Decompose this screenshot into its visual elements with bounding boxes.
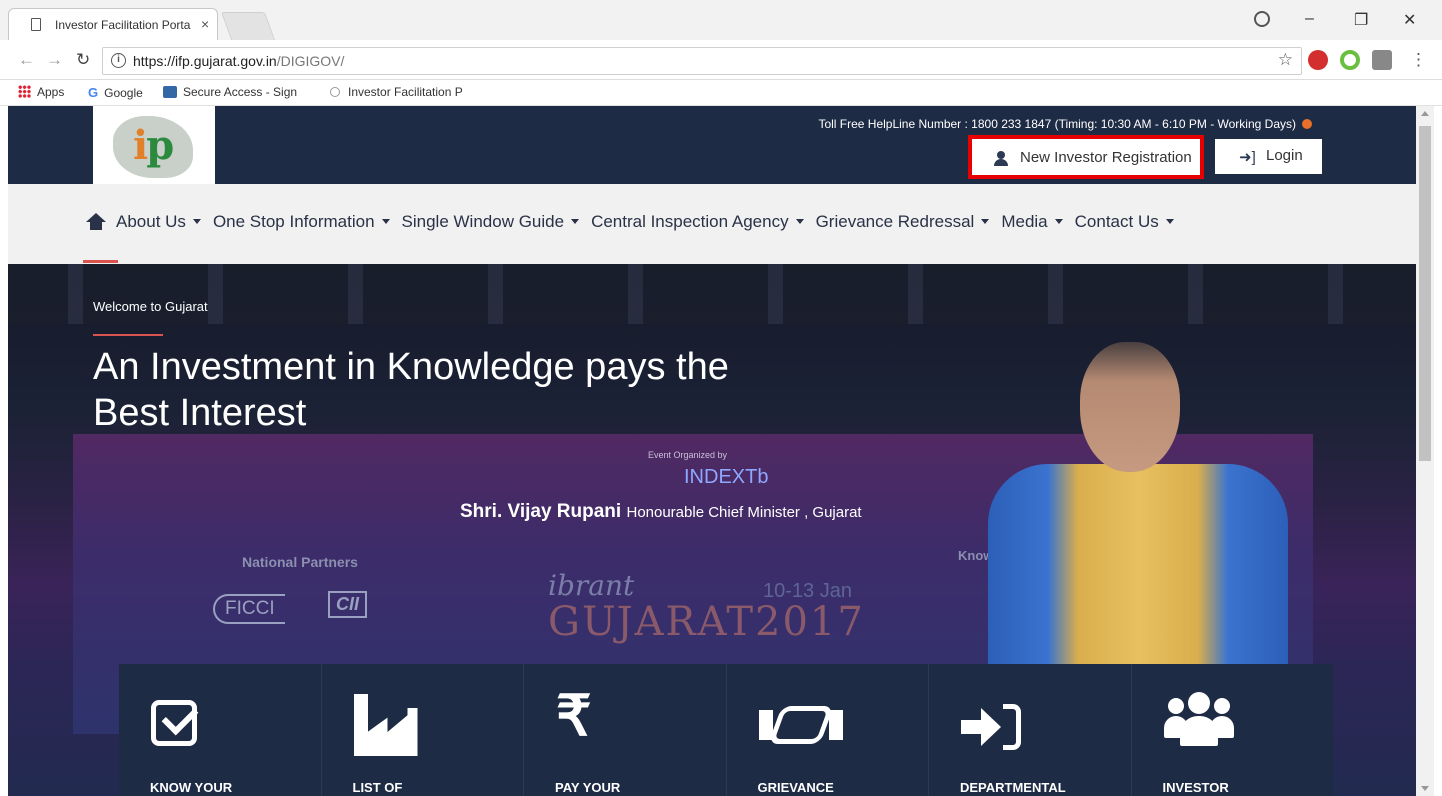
site-header: ip Toll Free HelpLine Number : 1800 233 … — [8, 106, 1416, 184]
forward-icon[interactable]: → — [46, 50, 63, 70]
tata-icon — [163, 86, 177, 98]
caret-down-icon — [381, 219, 390, 224]
welcome-text: Welcome to Gujarat — [93, 299, 208, 314]
tab-title: Investor Facilitation Porta — [55, 18, 191, 32]
caret-down-icon — [192, 219, 201, 224]
tile-know-your[interactable]: KNOW YOUR — [119, 664, 322, 796]
hero-title: An Investment in Knowledge pays the Best… — [93, 346, 729, 434]
scroll-up-icon[interactable] — [1421, 111, 1429, 116]
tile-label: LIST OF — [352, 780, 403, 795]
tile-label: KNOW YOUR — [150, 780, 233, 795]
url-text: https://ifp.gujarat.gov.in/DIGIGOV/ — [133, 53, 345, 69]
extension-gray-icon[interactable] — [1372, 50, 1392, 70]
caret-down-icon — [571, 219, 580, 224]
scroll-down-icon[interactable] — [1421, 786, 1429, 791]
checkbox-icon — [151, 700, 197, 746]
national-partners-text: National Partners — [242, 554, 358, 570]
main-nav: About Us One Stop Information Single Win… — [8, 184, 1416, 264]
bookmark-investor-facilitation[interactable]: Investor Facilitation P — [330, 85, 463, 99]
web-page: ip Toll Free HelpLine Number : 1800 233 … — [8, 106, 1416, 796]
nav-single-window-guide[interactable]: Single Window Guide — [402, 212, 580, 232]
home-icon[interactable] — [86, 213, 106, 231]
cii-logo: CII — [328, 591, 368, 618]
google-icon: G — [88, 85, 99, 100]
close-window-button[interactable]: ✕ — [1403, 10, 1416, 30]
sign-in-icon — [961, 700, 1025, 756]
rupee-icon: ₹ — [556, 684, 592, 747]
tile-list-of[interactable]: LIST OF — [322, 664, 524, 796]
reload-icon[interactable]: ↻ — [76, 50, 90, 70]
event-organizer-text: Event Organized by — [648, 450, 728, 460]
tile-departmental[interactable]: DEPARTMENTAL — [929, 664, 1132, 796]
caret-down-icon — [1054, 219, 1063, 224]
page-icon — [31, 18, 41, 31]
nav-about-us[interactable]: About Us — [116, 212, 201, 232]
nav-grievance-redressal[interactable]: Grievance Redressal — [816, 212, 990, 232]
globe-icon — [330, 87, 340, 97]
url-input[interactable]: i https://ifp.gujarat.gov.in/DIGIGOV/ ☆ — [102, 47, 1302, 75]
nav-contact-us[interactable]: Contact Us — [1075, 212, 1174, 232]
users-icon — [1163, 692, 1234, 748]
helpline-arrow-icon[interactable] — [1302, 119, 1312, 129]
tile-label: DEPARTMENTAL — [960, 780, 1066, 795]
adblock-icon[interactable] — [1308, 50, 1328, 70]
new-tab-button[interactable] — [220, 12, 276, 40]
bookmark-secure-access[interactable]: Secure Access - Sign — [163, 85, 297, 99]
tile-label: GRIEVANCE — [757, 780, 834, 795]
extension-green-icon[interactable] — [1340, 50, 1360, 70]
tile-investor[interactable]: INVESTOR — [1132, 664, 1334, 796]
bookmark-apps[interactable]: Apps — [18, 85, 64, 99]
tile-label: PAY YOUR — [555, 780, 621, 795]
bookmark-google[interactable]: G Google — [88, 85, 143, 100]
stage-lights-backdrop — [8, 264, 1416, 324]
minimize-button[interactable]: – — [1305, 10, 1314, 28]
account-icon[interactable] — [1254, 11, 1270, 27]
cm-caption: Shri. Vijay Rupani Honourable Chief Mini… — [460, 501, 862, 522]
address-bar-row: ← → ↻ i https://ifp.gujarat.gov.in/DIGIG… — [0, 40, 1442, 80]
register-label: New Investor Registration — [1020, 149, 1192, 166]
tile-grievance[interactable]: GRIEVANCE — [727, 664, 929, 796]
tile-pay-your[interactable]: ₹ PAY YOUR — [524, 664, 727, 796]
bookmark-star-icon[interactable]: ☆ — [1278, 50, 1293, 70]
nav-one-stop-information[interactable]: One Stop Information — [213, 212, 390, 232]
nav-media[interactable]: Media — [1001, 212, 1063, 232]
tile-label: INVESTOR — [1162, 780, 1229, 795]
indextb-logo: INDEXTb — [684, 466, 769, 488]
vibrant-gujarat-logo: GUJARAT2017 — [548, 599, 865, 645]
summit-dates: 10-13 Jan — [763, 580, 852, 602]
close-tab-icon[interactable]: × — [201, 16, 209, 32]
browser-tab-strip: Investor Facilitation Porta × – ❐ ✕ — [0, 0, 1442, 40]
logo-text: ip — [133, 122, 174, 169]
scrollbar-thumb[interactable] — [1419, 126, 1431, 461]
back-icon[interactable]: ← — [18, 50, 35, 70]
login-button[interactable]: ➜] Login — [1215, 139, 1322, 174]
vibrant-text: ibrant — [548, 569, 635, 602]
login-label: Login — [1266, 147, 1303, 164]
ifp-logo[interactable]: ip — [93, 106, 215, 184]
ficci-logo: FICCI — [213, 594, 285, 624]
site-info-icon[interactable]: i — [111, 53, 126, 68]
handshake-icon — [758, 702, 843, 750]
active-nav-indicator — [83, 260, 118, 263]
caret-down-icon — [981, 219, 990, 224]
sign-in-icon: ➜] — [1239, 149, 1256, 166]
bookmarks-bar: Apps G Google Secure Access - Sign Invest… — [0, 80, 1442, 106]
caret-down-icon — [795, 219, 804, 224]
nav-central-inspection-agency[interactable]: Central Inspection Agency — [591, 212, 804, 232]
page-scrollbar[interactable] — [1416, 106, 1434, 796]
apps-icon — [18, 85, 31, 98]
quick-links-bar: KNOW YOUR LIST OF ₹ PAY YOUR GRIEVANCE D… — [119, 664, 1333, 796]
new-investor-registration-button[interactable]: New Investor Registration — [968, 135, 1204, 179]
hero-banner: Welcome to Gujarat An Investment in Know… — [8, 264, 1416, 796]
browser-tab[interactable]: Investor Facilitation Porta × — [8, 8, 218, 40]
welcome-divider — [93, 334, 163, 336]
factory-icon — [353, 694, 410, 756]
user-icon — [994, 151, 1008, 166]
caret-down-icon — [1165, 219, 1174, 224]
chrome-menu-icon[interactable]: ⋮ — [1410, 50, 1427, 70]
maximize-button[interactable]: ❐ — [1354, 10, 1368, 30]
helpline-text: Toll Free HelpLine Number : 1800 233 184… — [818, 117, 1312, 131]
